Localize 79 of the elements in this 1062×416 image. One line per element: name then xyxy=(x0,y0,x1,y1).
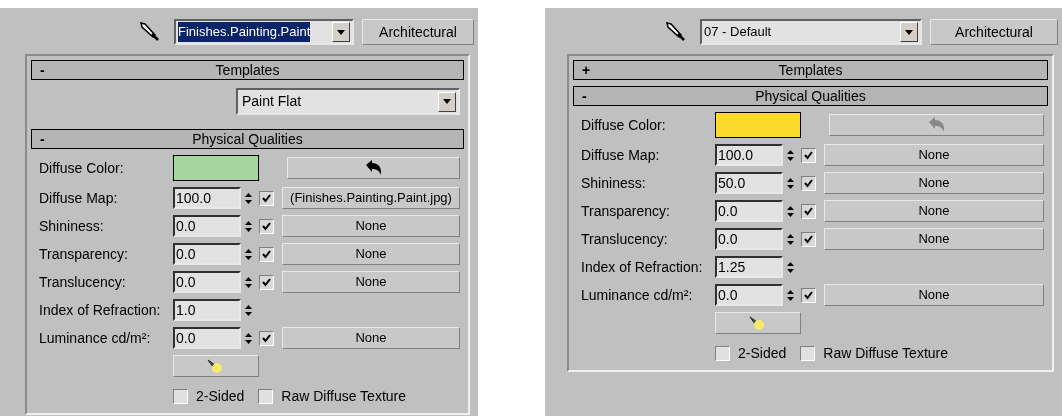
rollout-title: Templates xyxy=(777,60,844,80)
checkbox[interactable] xyxy=(259,330,274,346)
template-value: Paint Flat xyxy=(242,92,302,111)
row-label: Translucency: xyxy=(39,272,127,292)
rollout-toggle[interactable]: - xyxy=(582,89,592,103)
number-field[interactable]: 0.0 xyxy=(173,243,241,265)
checkbox[interactable] xyxy=(800,345,816,361)
checkbox[interactable] xyxy=(801,287,816,303)
undo-arrow-icon xyxy=(364,160,383,176)
number-field[interactable]: 1.25 xyxy=(715,256,783,278)
number-field[interactable]: 0.0 xyxy=(173,271,241,293)
checkbox-label: 2-Sided xyxy=(196,386,245,406)
rollout-header[interactable]: - Physical Qualities xyxy=(31,129,464,149)
color-swatch[interactable] xyxy=(173,155,259,181)
checkbox[interactable] xyxy=(801,203,816,219)
number-field[interactable]: 0.0 xyxy=(173,215,241,237)
map-button[interactable]: None xyxy=(282,243,460,265)
row-label: Diffuse Map: xyxy=(581,145,661,165)
material-type-button[interactable]: Architectural xyxy=(362,19,474,45)
number-field[interactable]: 100.0 xyxy=(173,187,241,209)
row-label: Diffuse Color: xyxy=(581,115,667,135)
number-field[interactable]: 50.0 xyxy=(715,172,783,194)
rollout-toggle[interactable]: - xyxy=(40,63,50,77)
checkbox-label: 2-Sided xyxy=(738,343,787,363)
row-label: Shininess: xyxy=(581,173,647,193)
map-button[interactable]: None xyxy=(824,228,1044,250)
row-label: Index of Refraction: xyxy=(39,300,162,320)
checkbox-label: Raw Diffuse Texture xyxy=(823,343,949,363)
number-field[interactable]: 0.0 xyxy=(715,200,783,222)
rollout-title: Physical Qualities xyxy=(191,129,304,149)
checkbox[interactable] xyxy=(259,246,274,262)
light-button[interactable] xyxy=(173,355,259,377)
row-label: Transparency: xyxy=(581,201,671,221)
template-dropdown[interactable]: Paint Flat xyxy=(236,88,460,115)
map-button[interactable]: None xyxy=(282,215,460,237)
rollout-title: Physical Qualities xyxy=(754,86,867,106)
material-type-button[interactable]: Architectural xyxy=(930,19,1058,45)
rollout-header[interactable]: - Templates xyxy=(31,60,464,80)
checkbox[interactable] xyxy=(715,345,730,361)
checkbox[interactable] xyxy=(801,231,816,247)
light-button[interactable] xyxy=(715,312,801,334)
map-button[interactable]: None xyxy=(824,144,1044,166)
map-button[interactable]: (Finishes.Painting.Paint.jpg) xyxy=(282,187,460,209)
undo-button[interactable] xyxy=(287,157,460,179)
number-field[interactable]: 0.0 xyxy=(715,284,783,306)
row-label: Shininess: xyxy=(39,216,105,236)
row-label: Index of Refraction: xyxy=(581,257,704,277)
rollout-header[interactable]: + Templates xyxy=(573,60,1048,80)
number-field[interactable]: 0.0 xyxy=(173,327,241,349)
checkbox[interactable] xyxy=(259,190,274,206)
number-field[interactable]: 100.0 xyxy=(715,144,783,166)
row-label: Transparency: xyxy=(39,244,129,264)
color-swatch[interactable] xyxy=(715,112,801,138)
checkbox-label: Raw Diffuse Texture xyxy=(281,386,407,406)
checkbox[interactable] xyxy=(801,175,816,191)
material-name: 07 - Default xyxy=(704,23,772,42)
row-label: Luminance cd/m²: xyxy=(39,328,152,348)
rollout-toggle[interactable]: - xyxy=(40,132,50,146)
rollout-title: Templates xyxy=(214,60,281,80)
number-field[interactable]: 1.0 xyxy=(173,299,241,321)
checkbox[interactable] xyxy=(173,388,188,404)
map-button[interactable]: None xyxy=(824,172,1044,194)
number-field[interactable]: 0.0 xyxy=(715,228,783,250)
checkbox[interactable] xyxy=(258,388,274,404)
map-button[interactable]: None xyxy=(282,271,460,293)
row-label: Diffuse Map: xyxy=(39,188,119,208)
row-label: Diffuse Color: xyxy=(39,158,125,178)
checkbox[interactable] xyxy=(259,274,274,290)
checkbox[interactable] xyxy=(259,218,274,234)
checkbox[interactable] xyxy=(801,147,816,163)
map-button[interactable]: None xyxy=(824,284,1044,306)
map-button[interactable]: None xyxy=(824,200,1044,222)
rollout-header[interactable]: - Physical Qualities xyxy=(573,86,1048,106)
map-button[interactable]: None xyxy=(282,327,460,349)
material-name-dropdown[interactable]: 07 - Default xyxy=(700,19,922,45)
row-label: Translucency: xyxy=(581,229,669,249)
rollout-toggle[interactable]: + xyxy=(582,63,592,77)
row-label: Luminance cd/m²: xyxy=(581,285,694,305)
undo-arrow-icon xyxy=(927,117,946,133)
